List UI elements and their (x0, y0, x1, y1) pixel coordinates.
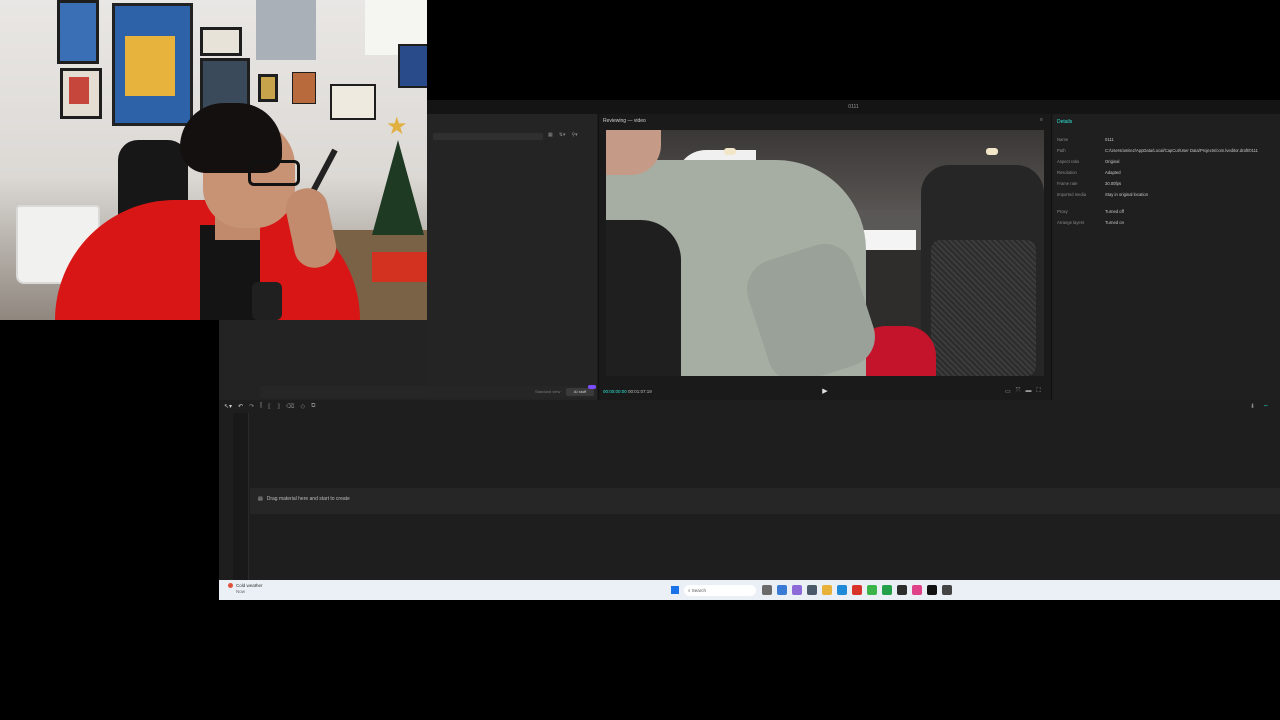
details-row: Proxy Turned off (1057, 209, 1124, 214)
wall-poster (330, 84, 376, 120)
taskbar-apps (762, 585, 952, 595)
weather-title: Cold weather (236, 583, 263, 588)
details-row: Path C:/Users/amitez/AppData/Local/CapCut… (1057, 148, 1258, 153)
grid-view-icon[interactable]: ▦ (548, 132, 553, 141)
details-row: Imported media Stay in original location (1057, 192, 1149, 197)
undo-icon[interactable]: ↶ (238, 403, 243, 410)
store-icon[interactable] (807, 585, 817, 595)
dome-light (986, 148, 998, 155)
details-row: Resolution Adapted (1057, 170, 1121, 175)
wall-poster (60, 68, 102, 119)
windows-start-icon[interactable] (671, 586, 679, 594)
room-curtain (256, 0, 316, 60)
settings-icon[interactable] (942, 585, 952, 595)
standard-view-toggle[interactable]: Standard view (535, 389, 560, 394)
taskbar-search[interactable]: ⌕ Search (684, 585, 756, 596)
edge-icon[interactable] (837, 585, 847, 595)
wall-poster (200, 27, 242, 56)
spotify-icon[interactable] (882, 585, 892, 595)
dome-light (724, 148, 736, 155)
wall-poster (258, 74, 278, 102)
filter-icon[interactable]: ⚲▾ (571, 132, 577, 141)
taskbar-search-placeholder: Search (691, 588, 707, 593)
timeline-dropzone[interactable] (250, 488, 1280, 514)
delete-icon[interactable]: ⌫ (286, 403, 294, 410)
weather-subtitle: Now (236, 589, 246, 594)
play-icon[interactable]: ▶ (821, 387, 829, 396)
split-right-icon[interactable]: ⟧ (277, 403, 280, 410)
capcut-icon[interactable] (912, 585, 922, 595)
current-time: 00:00:00:00 (603, 389, 627, 394)
ratio-icon[interactable]: ▭ (1005, 388, 1011, 395)
select-tool-icon[interactable]: ↖▾ (224, 403, 232, 410)
microphone (252, 282, 282, 320)
split-left-icon[interactable]: ⟦ (268, 403, 271, 410)
seat-belt (606, 220, 681, 376)
wall-poster (57, 0, 99, 64)
crop-tool-icon[interactable]: ⧉ (311, 403, 315, 410)
star-icon: ★ (386, 113, 408, 140)
split-icon[interactable]: ⫿ (260, 403, 262, 410)
widgets-icon[interactable] (777, 585, 787, 595)
wall-poster (398, 44, 427, 88)
media-search-input[interactable] (433, 133, 543, 140)
media-toolbar: ▦ ⇅▾ ⚲▾ (548, 132, 593, 141)
weather-icon (228, 583, 233, 589)
details-row: Frame rate 30.00fps (1057, 181, 1122, 186)
task-view-icon[interactable] (762, 585, 772, 595)
ai-stuff-button[interactable]: AI stuff (566, 385, 596, 396)
file-explorer-icon[interactable] (822, 585, 832, 595)
webcam-overlay: ★ (0, 0, 427, 320)
marker-icon[interactable]: ◇ (300, 403, 305, 410)
dropzone-label: Drag material here and start to create (266, 496, 350, 502)
more-icon[interactable]: ≡ (1040, 117, 1043, 123)
media-icon: ▤ (258, 496, 263, 502)
terminal-icon[interactable] (927, 585, 937, 595)
sort-icon[interactable]: ⇅▾ (559, 132, 566, 141)
media-panel (427, 114, 597, 400)
chrome-icon[interactable] (867, 585, 877, 595)
wall-poster (292, 72, 316, 104)
link-toggle-icon[interactable]: ⇔ (1263, 403, 1269, 410)
fullscreen-icon[interactable]: ⛶ (1036, 388, 1040, 395)
details-row: Arrange layers Turned on (1057, 220, 1124, 225)
track-header-column (233, 413, 249, 580)
opera-icon[interactable] (852, 585, 862, 595)
crop-icon[interactable]: ⤧ (1016, 388, 1021, 395)
zoom-icon[interactable]: ▬ (1025, 388, 1031, 395)
weather-widget[interactable]: Cold weather Now (228, 583, 263, 595)
total-time: 00:01:07:19 (628, 389, 652, 394)
mic-icon[interactable]: ⬇ (1250, 403, 1255, 410)
player-tools: ▭ ⤧ ▬ ⛶ (1005, 388, 1041, 395)
christmas-tree (372, 140, 424, 235)
window-titlebar[interactable]: 0111 (427, 100, 1280, 114)
dropzone-hint: ▤ Drag material here and start to create (258, 496, 350, 502)
player-title: Reviewing — video (603, 118, 646, 124)
tab-details[interactable]: Details (1057, 119, 1072, 125)
video-preview[interactable] (606, 130, 1044, 376)
wall-poster (112, 3, 193, 126)
details-list: Name 0111 Path C:/Users/amitez/AppData/Loc… (1057, 134, 1277, 228)
redo-icon[interactable]: ↷ (249, 403, 254, 410)
person-glasses (248, 160, 300, 186)
seat-fabric (931, 240, 1036, 376)
window-title: 0111 (848, 104, 859, 110)
gift-box (372, 252, 427, 282)
timeline-right-tools: ⬇ ⇔ (1250, 403, 1269, 410)
details-row: Aspect ratio Original (1057, 159, 1120, 164)
teams-icon[interactable] (792, 585, 802, 595)
timeline-toolbar: ↖▾ ↶ ↷ ⫿ ⟦ ⟧ ⌫ ◇ ⧉ (224, 403, 315, 410)
details-row: Name 0111 (1057, 137, 1114, 142)
obs-icon[interactable] (897, 585, 907, 595)
